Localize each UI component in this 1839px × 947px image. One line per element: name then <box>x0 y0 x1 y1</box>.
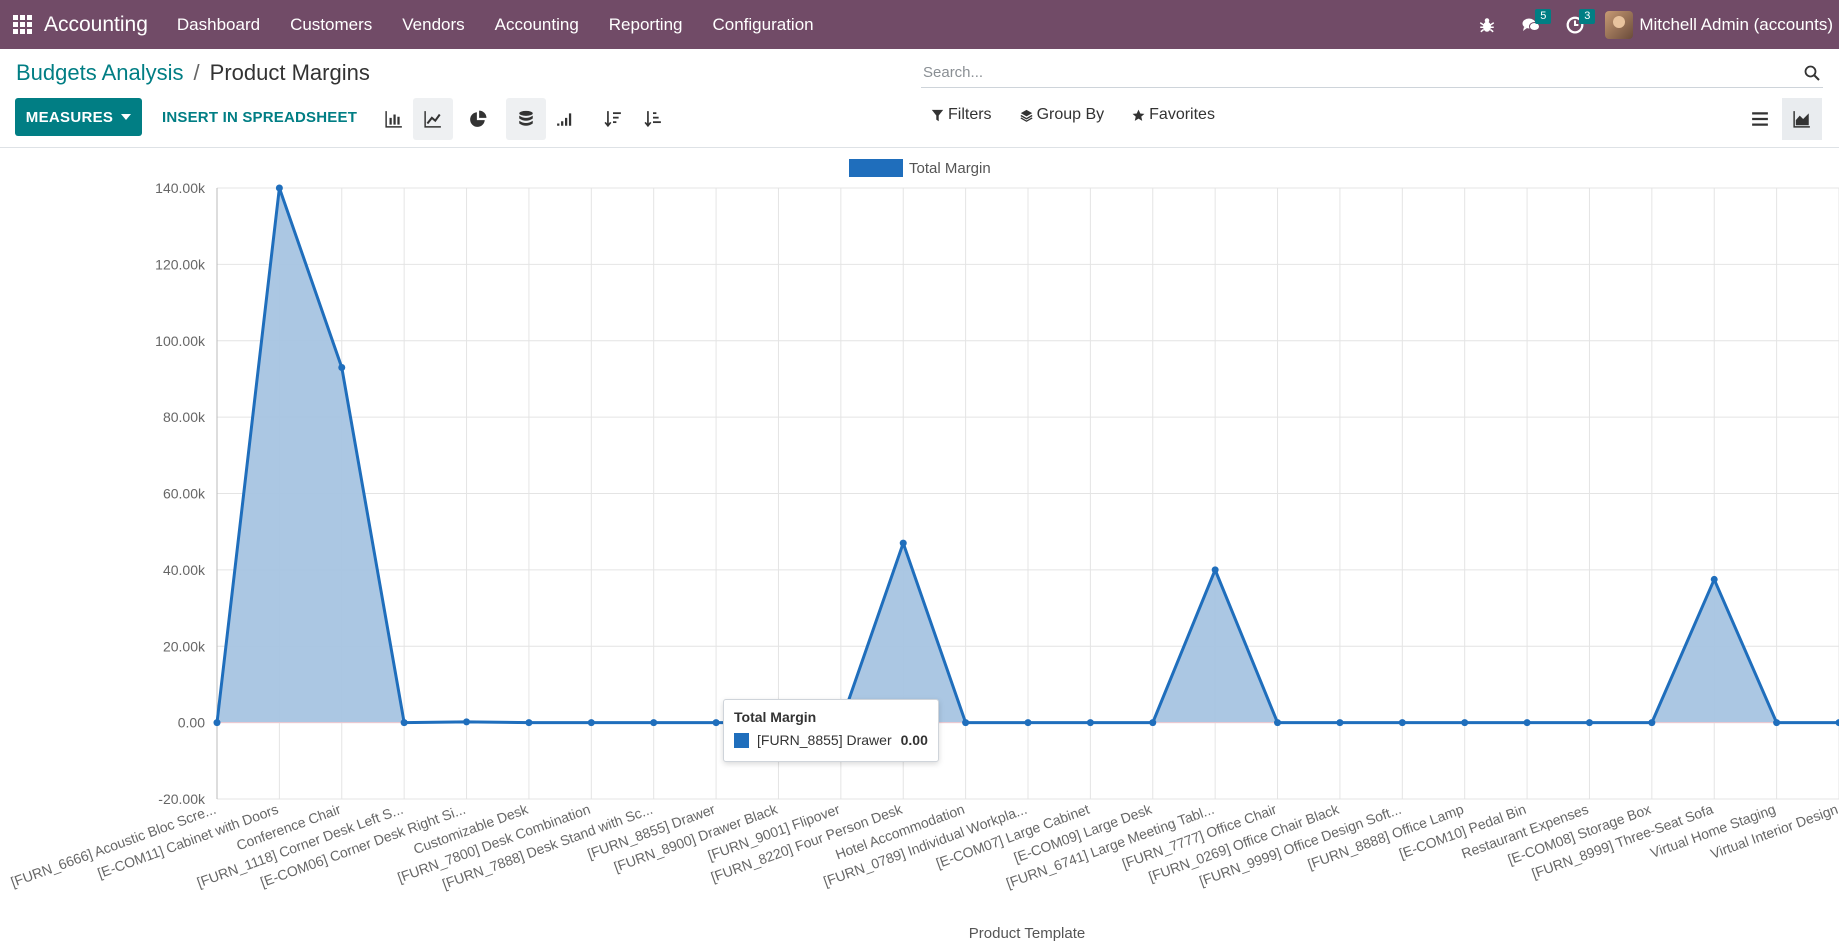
sort-descending-icon <box>604 111 621 128</box>
bar-chart-button[interactable] <box>374 98 414 140</box>
chart-tooltip: Total Margin [FURN_8855] Drawer 0.00 <box>723 699 939 762</box>
y-tick-label: 140.00k <box>155 180 206 196</box>
data-point <box>1274 719 1282 727</box>
data-point <box>650 719 658 727</box>
breadcrumb: Budgets Analysis / Product Margins <box>16 60 370 86</box>
y-tick-label: 0.00 <box>178 715 205 731</box>
data-point <box>213 719 221 727</box>
y-tick-label: -20.00k <box>158 791 206 807</box>
favorites-dropdown-button[interactable]: Favorites <box>1132 106 1215 124</box>
legend-label: Total Margin <box>909 160 991 177</box>
layers-icon <box>1020 109 1033 122</box>
search-input[interactable] <box>921 64 1801 81</box>
data-point <box>1461 719 1469 727</box>
tooltip-label: [FURN_8855] Drawer <box>757 732 892 748</box>
data-point <box>1336 719 1344 727</box>
tooltip-swatch <box>734 732 749 748</box>
search-options-bar: Filters Group By Favorites <box>931 106 1215 124</box>
favorites-label: Favorites <box>1149 106 1215 123</box>
cumulative-toggle-button[interactable] <box>545 98 585 140</box>
data-point <box>525 719 533 727</box>
data-point <box>463 718 471 726</box>
breadcrumb-current: Product Margins <box>209 60 370 85</box>
data-point <box>899 539 907 547</box>
filters-label: Filters <box>948 106 992 123</box>
data-point <box>1211 566 1219 574</box>
tooltip-value: 0.00 <box>900 732 928 748</box>
graph-view-button[interactable] <box>1782 98 1822 140</box>
data-point <box>275 184 283 192</box>
y-tick-label: 80.00k <box>163 409 206 425</box>
y-tick-label: 40.00k <box>163 562 206 578</box>
data-point <box>1773 719 1781 727</box>
measures-label: MEASURES <box>25 108 114 126</box>
data-point <box>1024 719 1032 727</box>
group-by-dropdown-button[interactable]: Group By <box>1020 106 1105 124</box>
caret-down-icon <box>121 114 132 120</box>
data-point <box>962 719 970 727</box>
data-point <box>1710 575 1718 583</box>
pie-chart-button[interactable] <box>458 98 498 140</box>
data-point <box>1648 719 1656 727</box>
data-point <box>400 719 408 727</box>
breadcrumb-parent-link[interactable]: Budgets Analysis <box>16 60 184 86</box>
sort-descending-button[interactable] <box>593 98 633 140</box>
measures-dropdown-button[interactable]: MEASURES <box>15 98 142 136</box>
data-point <box>1585 719 1593 727</box>
list-view-button[interactable] <box>1740 98 1780 140</box>
graph-view: Total Margin -20.00k 0.00 20.00k 40.00k 60.00… <box>0 148 1839 947</box>
stacked-toggle-button[interactable] <box>506 98 546 140</box>
list-icon <box>1752 112 1768 126</box>
search-icon[interactable] <box>1801 62 1823 84</box>
data-point <box>338 363 346 371</box>
data-point <box>1149 719 1157 727</box>
sort-ascending-icon <box>644 111 661 128</box>
tooltip-row: [FURN_8855] Drawer 0.00 <box>734 732 928 748</box>
insert-in-spreadsheet-button[interactable]: INSERT IN SPREADSHEET <box>162 98 357 136</box>
bar-chart-icon <box>385 111 402 128</box>
sort-ascending-button[interactable] <box>633 98 673 140</box>
y-tick-label: 100.00k <box>155 333 206 349</box>
data-point <box>1398 719 1406 727</box>
line-chart-button[interactable] <box>413 98 453 140</box>
legend-swatch <box>849 159 903 177</box>
margin-area-chart[interactable]: Total Margin -20.00k 0.00 20.00k 40.00k 60.00… <box>0 148 1839 947</box>
data-point <box>1835 719 1839 727</box>
breadcrumb-separator: / <box>193 60 200 85</box>
search-bar <box>921 58 1823 88</box>
y-tick-label: 20.00k <box>163 638 206 654</box>
filter-funnel-icon <box>931 109 944 121</box>
area-chart-icon <box>1793 111 1810 128</box>
signal-bars-icon <box>557 113 572 126</box>
data-point <box>587 719 595 727</box>
pie-chart-icon <box>470 110 487 127</box>
tooltip-title: Total Margin <box>734 709 817 725</box>
star-icon <box>1132 109 1145 121</box>
filters-dropdown-button[interactable]: Filters <box>931 106 992 124</box>
data-point <box>1523 719 1531 727</box>
control-panel: Budgets Analysis / Product Margins MEASU… <box>0 0 1839 148</box>
x-axis-title: Product Template <box>969 925 1085 942</box>
y-tick-label: 120.00k <box>155 256 206 272</box>
group-by-label: Group By <box>1036 106 1105 123</box>
data-point <box>712 719 720 727</box>
y-tick-label: 60.00k <box>163 486 206 502</box>
database-stack-icon <box>519 110 533 126</box>
line-chart-icon <box>424 111 441 128</box>
data-point <box>1086 719 1094 727</box>
